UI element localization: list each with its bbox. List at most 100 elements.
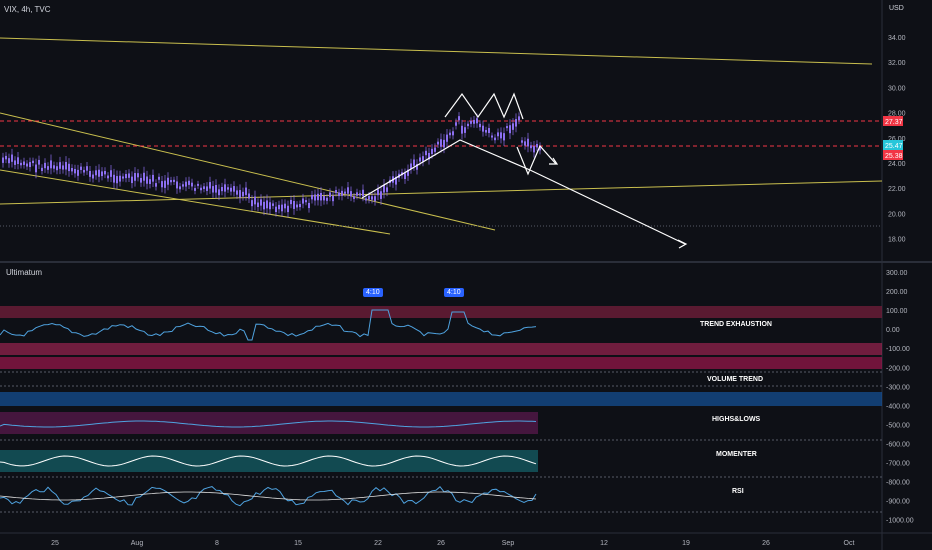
candle <box>455 122 457 126</box>
candle <box>287 205 289 213</box>
exhaustion-band <box>0 343 882 355</box>
candle <box>86 166 88 171</box>
candle <box>467 123 469 127</box>
time-tick: 12 <box>600 540 608 547</box>
candle <box>152 174 154 182</box>
candle <box>260 199 262 206</box>
candle <box>350 191 352 197</box>
candle <box>422 156 424 162</box>
candle <box>440 139 442 147</box>
candle <box>239 190 241 198</box>
volume-band <box>0 392 882 406</box>
pane-label-highs-lows: HIGHS&LOWS <box>712 416 761 423</box>
candle <box>344 191 346 194</box>
pane-label-rsi: RSI <box>732 488 744 495</box>
candle <box>452 131 454 136</box>
candle <box>530 145 532 149</box>
candle <box>269 202 271 210</box>
candle <box>164 180 166 188</box>
price-tick: 32.00 <box>888 60 906 67</box>
candle <box>371 196 373 200</box>
indicator-tick: -1000.00 <box>886 518 914 525</box>
candle <box>353 196 355 199</box>
candle <box>110 170 112 177</box>
candle <box>323 196 325 201</box>
candle <box>380 191 382 199</box>
candle <box>185 181 187 187</box>
price-tick: 20.00 <box>888 211 906 218</box>
indicator-tick: -500.00 <box>886 422 910 429</box>
candle <box>161 181 163 188</box>
candle <box>155 183 157 187</box>
candle <box>374 196 376 202</box>
candle <box>329 192 331 197</box>
trendline <box>0 37 873 65</box>
candle <box>272 203 274 206</box>
candle <box>275 206 277 213</box>
candle <box>167 177 169 185</box>
candle <box>224 184 226 192</box>
candle <box>404 173 406 180</box>
candle <box>230 187 232 192</box>
candle <box>53 165 55 169</box>
candle <box>305 200 307 203</box>
candle <box>500 132 502 139</box>
symbol-title[interactable]: VIX, 4h, TVC <box>4 5 51 14</box>
time-tick: Sep <box>502 540 515 547</box>
candle <box>359 193 361 196</box>
candle <box>236 190 238 195</box>
time-tick: 8 <box>215 540 219 547</box>
candle <box>332 195 334 202</box>
candle <box>182 184 184 187</box>
candle <box>26 163 28 167</box>
indicator-tick: -900.00 <box>886 499 910 506</box>
candle <box>503 133 505 141</box>
candle <box>533 146 535 153</box>
candle <box>479 123 481 128</box>
chart-canvas[interactable]: 34.0032.0030.0028.0026.0024.0022.0020.00… <box>0 0 932 550</box>
price-tick: 30.00 <box>888 85 906 92</box>
candle <box>245 187 247 195</box>
price-tick: 24.00 <box>888 161 906 168</box>
candle <box>137 173 139 178</box>
indicator-name[interactable]: Ultimatum <box>6 268 42 277</box>
indicator-tick: 0.00 <box>886 327 900 334</box>
time-tick: 26 <box>437 540 445 547</box>
candle <box>335 190 337 193</box>
candle <box>176 181 178 189</box>
rsi-line <box>0 485 537 507</box>
candle <box>62 165 64 170</box>
currency-label: USD <box>889 5 904 12</box>
time-tick: 26 <box>762 540 770 547</box>
candle <box>362 189 364 197</box>
candle <box>386 187 388 192</box>
candle <box>158 176 160 180</box>
indicator-tick: -300.00 <box>886 384 910 391</box>
candle <box>17 157 19 164</box>
candle <box>215 185 217 193</box>
highs-lows-band <box>0 412 538 434</box>
candle <box>527 138 529 147</box>
candle <box>278 204 280 210</box>
candle <box>257 202 259 208</box>
candle <box>68 163 70 172</box>
candle <box>449 132 451 136</box>
indicator-tick: 100.00 <box>886 308 908 315</box>
candle <box>131 176 133 184</box>
candle <box>89 170 91 177</box>
candle <box>491 135 493 138</box>
time-tick: Aug <box>131 540 144 547</box>
candle <box>446 134 448 142</box>
candle <box>113 174 115 183</box>
candle <box>59 162 61 169</box>
candle <box>83 169 85 173</box>
candle <box>209 182 211 189</box>
candle <box>5 155 7 160</box>
candle <box>320 192 322 201</box>
indicator-tick: 200.00 <box>886 289 908 296</box>
candle <box>413 159 415 166</box>
candle <box>179 186 181 190</box>
drawing-path <box>361 139 686 245</box>
price-tick: 18.00 <box>888 237 906 244</box>
pattern-drawing <box>516 144 557 176</box>
